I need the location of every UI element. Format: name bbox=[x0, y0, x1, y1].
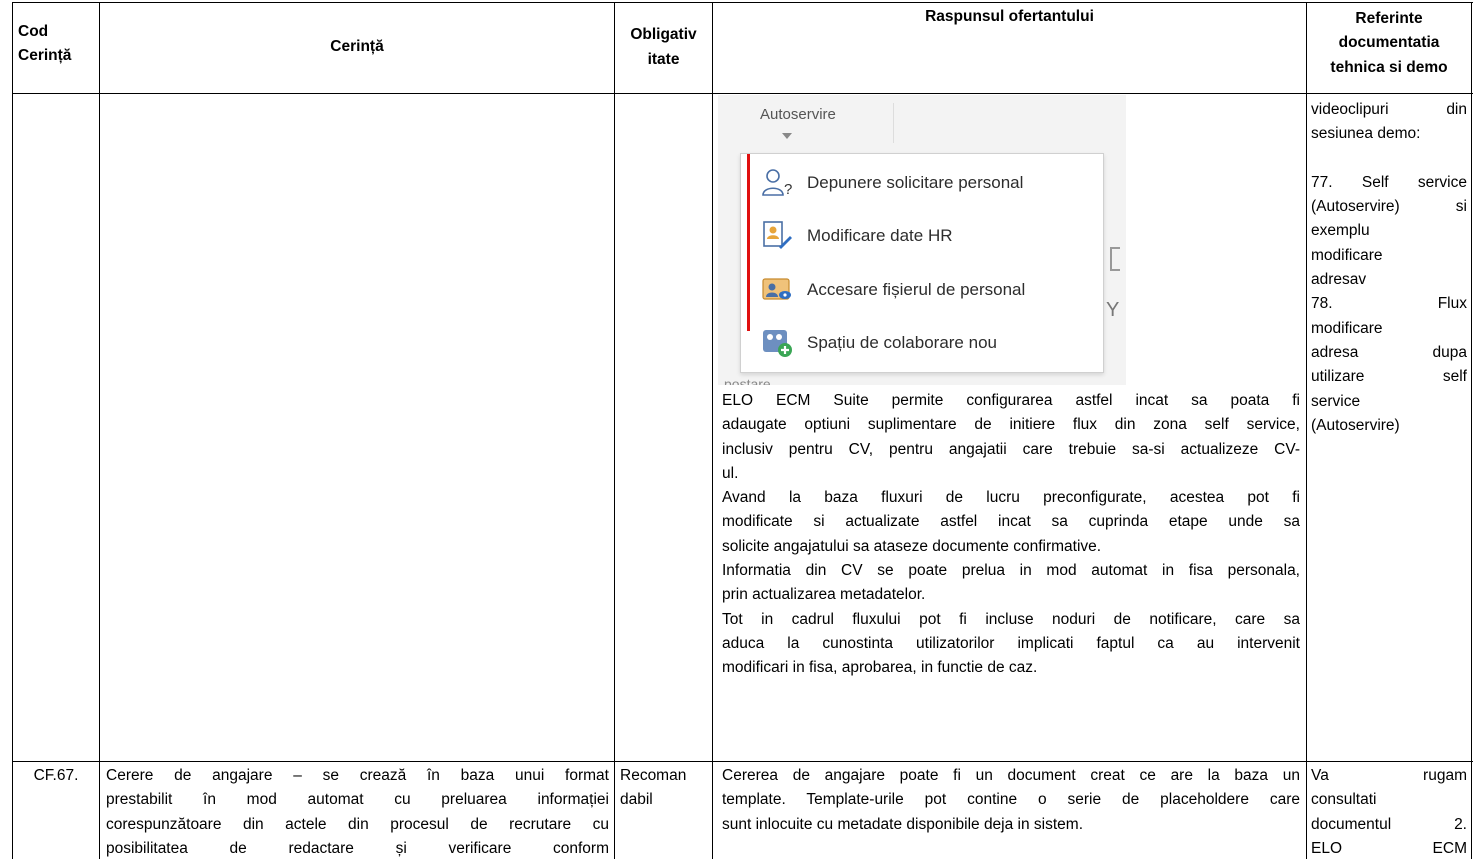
response-line: Tot in cadrul fluxului pot fi incluse no… bbox=[722, 610, 1300, 628]
response-line: modificate si actualizate astfel incat s… bbox=[722, 513, 1300, 531]
reference-line: adresa dupa bbox=[1311, 343, 1467, 361]
response-line: Avand la baza fluxuri de lucru preconfig… bbox=[722, 489, 1300, 507]
row2-requirement: Cerere de angajare – se crează în baza u… bbox=[106, 764, 609, 861]
col-divider-3 bbox=[712, 2, 713, 859]
oblig-line: Recoman bbox=[620, 767, 687, 784]
row2-response: Cererea de angajare poate fi un document… bbox=[722, 764, 1300, 837]
row2-obligativitate: Recoman dabil bbox=[620, 764, 710, 813]
response-line: inclusiv pentru CV, pentru angajatii car… bbox=[722, 440, 1300, 458]
reference-line: consultati bbox=[1311, 791, 1377, 809]
reference-line: (Autoservire) si bbox=[1311, 198, 1467, 216]
response-line: solicite angajatului sa ataseze document… bbox=[722, 537, 1102, 555]
row1-response: ELO ECM Suite permite configurarea astfe… bbox=[722, 389, 1300, 681]
response-line: aduca la cunostinta utilizatorilor impli… bbox=[722, 634, 1300, 652]
menu-item-label: Depunere solicitare personal bbox=[807, 173, 1024, 192]
menu-item-label: Modificare date HR bbox=[807, 226, 953, 245]
menu-item-spatiu: Spațiu de colaborare nou bbox=[761, 323, 997, 363]
header-cod-line1: Cod bbox=[18, 23, 49, 40]
requirement-line: prestabilit în mod automat cu preluarea … bbox=[106, 791, 609, 809]
response-line: modificari in fisa, aprobarea, in functi… bbox=[722, 659, 1038, 677]
edit-document-icon bbox=[763, 221, 792, 249]
oblig-line: dabil bbox=[620, 791, 653, 809]
table-left-border bbox=[12, 2, 13, 859]
menu-item-label: Accesare fișierul de personal bbox=[807, 280, 1026, 299]
response-line: Informatia din CV se poate prelua in mod… bbox=[722, 562, 1300, 580]
autoservire-menu: ? Depunere solicitare personal Modificar… bbox=[740, 153, 1104, 373]
table-right-border bbox=[1471, 2, 1472, 859]
embedded-screenshot: Autoservire ? Depunere solicitare person… bbox=[718, 95, 1126, 385]
menu-item-accesare: Accesare fișierul de personal bbox=[761, 270, 1025, 310]
menu-item-label: Spațiu de colaborare nou bbox=[807, 333, 997, 352]
partial-label: postare bbox=[724, 376, 771, 385]
header-cod-line2: Cerință bbox=[18, 47, 72, 65]
response-line: template. Template-urile pot contine o s… bbox=[722, 791, 1300, 809]
response-line: Cererea de angajare poate fi un document… bbox=[722, 767, 1300, 784]
menu-item-depunere: ? Depunere solicitare personal bbox=[761, 163, 1023, 203]
row2-code: CF.67. bbox=[13, 764, 99, 788]
header-obligativitate: Obligativ itate bbox=[615, 2, 712, 93]
header-cod: Cod Cerință bbox=[18, 20, 98, 69]
svg-text:?: ? bbox=[784, 181, 792, 198]
col-divider-2 bbox=[614, 2, 615, 859]
reference-line: service bbox=[1311, 392, 1361, 410]
reference-line: 77. Self service bbox=[1311, 173, 1467, 191]
header-cerinta: Cerință bbox=[100, 2, 614, 93]
requirement-line: posibilitatea de redactare și verificare… bbox=[106, 839, 609, 857]
header-oblig-line1: Obligativ bbox=[630, 26, 697, 44]
toolbar-separator bbox=[893, 103, 894, 143]
col-divider-4 bbox=[1306, 2, 1307, 859]
requirement-line: corespunzătoare din actele din procesul … bbox=[106, 815, 609, 833]
bracket-glyph bbox=[1110, 247, 1120, 271]
response-line: ul. bbox=[722, 464, 739, 482]
reference-line: modificare bbox=[1311, 246, 1383, 264]
row1-references: videoclipuri din sesiunea demo: 77. Self… bbox=[1311, 98, 1467, 438]
header-ref-line2: documentatia bbox=[1338, 34, 1440, 52]
header-referinte: Referinte documentatia tehnica si demo bbox=[1307, 7, 1471, 80]
response-line: sunt inlocuite cu metadate disponibile d… bbox=[722, 815, 1084, 833]
collaboration-space-icon bbox=[763, 330, 792, 357]
header-ref-line3: tehnica si demo bbox=[1330, 58, 1448, 76]
response-line: prin actualizarea metadatelor. bbox=[722, 586, 926, 604]
filter-icon: Y bbox=[1106, 299, 1120, 321]
reference-line: 78. Flux bbox=[1311, 295, 1467, 313]
reference-line: documentul 2. bbox=[1311, 815, 1467, 833]
header-cerinta-label: Cerință bbox=[330, 38, 384, 56]
reference-line: videoclipuri din bbox=[1311, 101, 1467, 118]
row2-references: Va rugam consultati documentul 2. ELO EC… bbox=[1311, 764, 1467, 861]
header-oblig-line2: itate bbox=[647, 50, 680, 68]
document-page: Cod Cerință Cerință Obligativ itate Rasp… bbox=[0, 0, 1473, 859]
header-raspuns: Raspunsul ofertantului bbox=[713, 5, 1306, 29]
autoservire-tab: Autoservire bbox=[760, 106, 836, 123]
response-line: ELO ECM Suite permite configurarea astfe… bbox=[722, 392, 1300, 409]
menu-item-modificare: Modificare date HR bbox=[761, 216, 953, 256]
reference-line: Va rugam bbox=[1311, 767, 1467, 784]
response-line: adaugate optiuni suplimentare de initier… bbox=[722, 416, 1300, 434]
person-question-icon: ? bbox=[762, 169, 792, 198]
personnel-file-icon bbox=[762, 278, 791, 300]
highlight-bar bbox=[747, 154, 750, 331]
reference-line: (Autoservire) bbox=[1311, 416, 1400, 434]
reference-line bbox=[1311, 147, 1467, 171]
header-raspuns-label: Raspunsul ofertantului bbox=[925, 8, 1094, 25]
col-divider-1 bbox=[99, 2, 100, 859]
header-ref-line1: Referinte bbox=[1355, 10, 1423, 27]
header-bottom-border bbox=[12, 93, 1473, 94]
requirement-code: CF.67. bbox=[33, 767, 79, 784]
reference-line: adresav bbox=[1311, 271, 1367, 289]
reference-line: exemplu bbox=[1311, 222, 1370, 240]
requirement-line: Cerere de angajare – se crează în baza u… bbox=[106, 767, 609, 784]
reference-line: utilizare self bbox=[1311, 368, 1467, 386]
reference-line: ELO ECM bbox=[1311, 839, 1467, 857]
reference-line: modificare bbox=[1311, 319, 1383, 337]
reference-line: sesiunea demo: bbox=[1311, 125, 1421, 143]
row-divider bbox=[12, 761, 1473, 762]
dropdown-arrow-icon bbox=[782, 133, 792, 139]
